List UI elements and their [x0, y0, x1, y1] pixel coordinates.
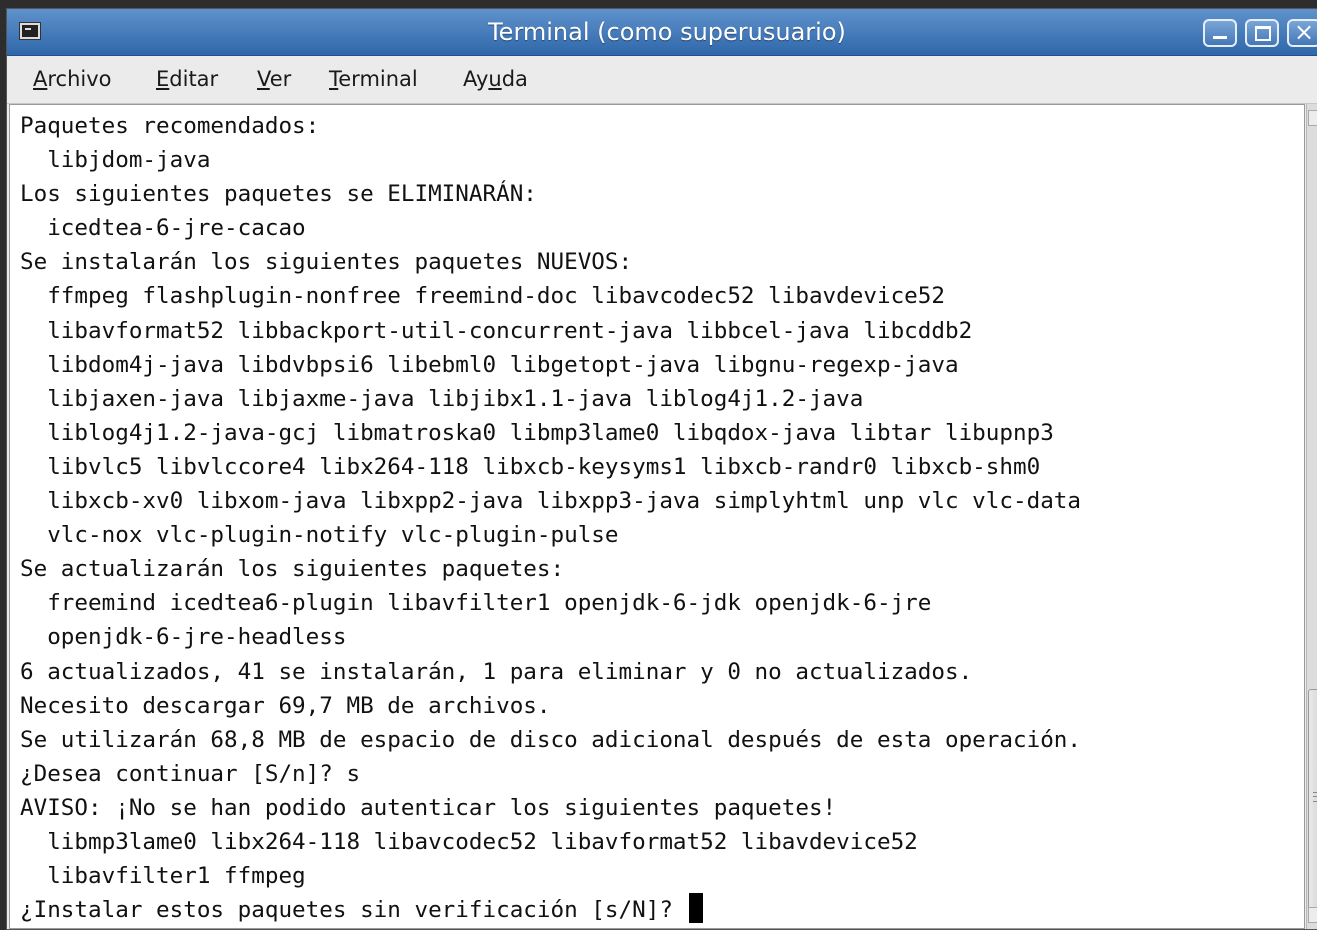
minimize-button[interactable] [1203, 19, 1237, 47]
menu-ayuda[interactable]: Ayuda [459, 56, 532, 103]
terminal-text: Paquetes recomendados: libjdom-java Los s… [20, 109, 1304, 927]
scrollbar-thumb[interactable] [1308, 689, 1317, 909]
menu-ver[interactable]: Ver [253, 56, 295, 103]
terminal-line: openjdk-6-jre-headless [20, 624, 347, 651]
grip-icon [1313, 792, 1317, 802]
terminal-line: Los siguientes paquetes se ELIMINARÁN: [20, 181, 537, 208]
terminal-line: Se utilizarán 68,8 MB de espacio de disc… [20, 726, 1082, 753]
menu-archivo[interactable]: Archivo [29, 56, 116, 103]
prompt-text: ¿Instalar estos paquetes sin verificació… [20, 897, 687, 924]
terminal-line: libvlc5 libvlccore4 libx264-118 libxcb-k… [20, 453, 1041, 480]
terminal-line: AVISO: ¡No se han podido autenticar los … [20, 794, 837, 821]
terminal-line: libmp3lame0 libx264-118 libavcodec52 lib… [20, 828, 918, 855]
maximize-button[interactable] [1245, 19, 1279, 47]
terminal-window: Terminal (como superusuario) Archivo Edi… [6, 8, 1317, 930]
vertical-scrollbar[interactable] [1306, 104, 1317, 929]
terminal-line: 6 actualizados, 41 se instalarán, 1 para… [20, 658, 973, 685]
title-bar[interactable]: Terminal (como superusuario) [7, 9, 1317, 56]
terminal-prompt-line: ¿Instalar estos paquetes sin verificació… [20, 893, 1304, 927]
terminal-line: Necesito descargar 69,7 MB de archivos. [20, 692, 551, 719]
terminal-line: ¿Desea continuar [S/n]? s [20, 760, 361, 787]
terminal-output[interactable]: Paquetes recomendados: libjdom-java Los s… [9, 104, 1305, 929]
text-cursor [688, 893, 703, 924]
terminal-line: libavfilter1 ffmpeg [20, 863, 306, 890]
terminal-line: libdom4j-java libdvbpsi6 libebml0 libget… [20, 351, 959, 378]
terminal-line: Se actualizarán los siguientes paquetes: [20, 556, 565, 583]
terminal-line: Se instalarán los siguientes paquetes NU… [20, 249, 633, 276]
terminal-line: freemind icedtea6-plugin libavfilter1 op… [20, 590, 932, 617]
menu-terminal[interactable]: Terminal [325, 56, 422, 103]
menu-bar: Archivo Editar Ver Terminal Ayuda [7, 56, 1317, 104]
terminal-line: libjaxen-java libjaxme-java libjibx1.1-j… [20, 385, 864, 412]
terminal-line: libjdom-java [20, 147, 211, 174]
scroll-up-arrow-icon[interactable] [1308, 110, 1317, 126]
terminal-line: icedtea-6-jre-cacao [20, 215, 306, 242]
scroll-down-arrow-icon[interactable] [1308, 907, 1317, 923]
terminal-line: libxcb-xv0 libxom-java libxpp2-java libx… [20, 488, 1082, 515]
terminal-line: vlc-nox vlc-plugin-notify vlc-plugin-pul… [20, 522, 619, 549]
terminal-line: liblog4j1.2-java-gcj libmatroska0 libmp3… [20, 419, 1054, 446]
terminal-line: Paquetes recomendados: [20, 113, 320, 139]
terminal-line: libavformat52 libbackport-util-concurren… [20, 317, 973, 344]
terminal-line: ffmpeg flashplugin-nonfree freemind-doc … [20, 283, 945, 310]
menu-editar[interactable]: Editar [152, 56, 222, 103]
close-button[interactable] [1287, 18, 1317, 47]
window-title: Terminal (como superusuario) [488, 18, 846, 46]
